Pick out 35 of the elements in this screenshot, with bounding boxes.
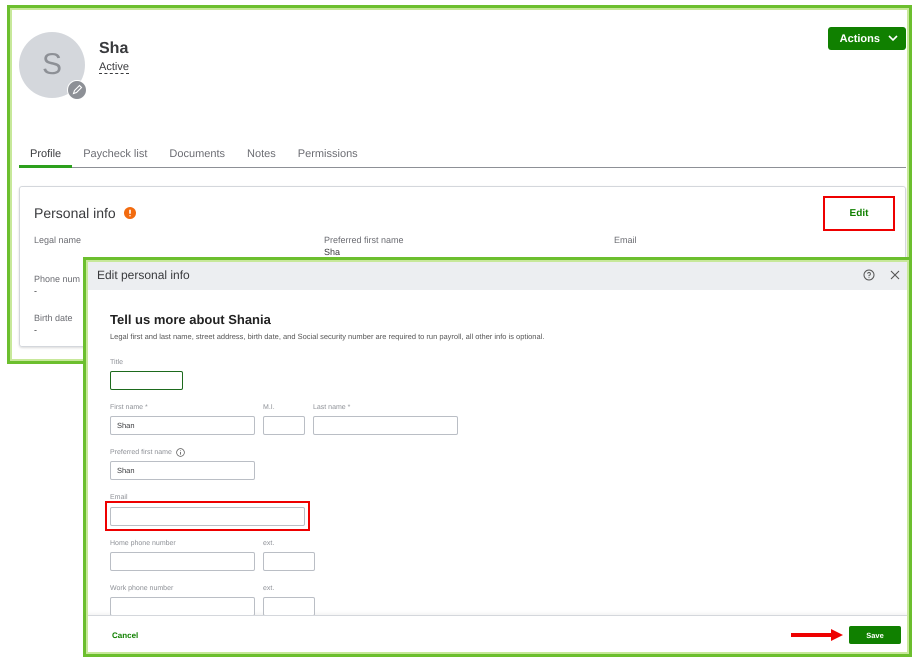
- info-label: Birth date: [34, 313, 73, 323]
- text-field[interactable]: [313, 416, 458, 435]
- info-value: -: [34, 325, 37, 335]
- form-heading: Tell us more about Shania: [110, 312, 272, 327]
- avatar: S: [19, 32, 85, 98]
- info-label: Phone num: [34, 274, 80, 284]
- card-title: Personal info: [34, 205, 116, 221]
- info-value: -: [34, 286, 37, 296]
- text-field[interactable]: [263, 416, 305, 435]
- dialog-title: Edit personal info: [97, 268, 191, 282]
- tab[interactable]: Paycheck list: [72, 144, 158, 168]
- info-label: Legal name: [34, 235, 82, 245]
- actions-button[interactable]: Actions: [828, 27, 906, 50]
- info-icon[interactable]: [176, 448, 185, 456]
- tab[interactable]: Documents: [158, 144, 236, 168]
- text-field[interactable]: [110, 507, 305, 526]
- text-field[interactable]: [110, 552, 255, 571]
- focused-text-field[interactable]: [110, 371, 183, 390]
- info-label: Preferred first name: [324, 235, 404, 245]
- info-label: Email: [614, 235, 637, 245]
- pencil-icon[interactable]: [67, 80, 87, 100]
- tab[interactable]: Permissions: [286, 144, 369, 168]
- text-field[interactable]: [263, 597, 315, 615]
- edit-button[interactable]: Edit: [823, 196, 895, 230]
- info-value: Sha: [324, 247, 340, 257]
- text-field[interactable]: [263, 552, 315, 571]
- employee-name: Sha: [99, 40, 128, 58]
- status-label[interactable]: Active: [99, 61, 129, 74]
- chevron-down-icon: [888, 35, 898, 42]
- text-field[interactable]: [110, 597, 255, 615]
- tab[interactable]: Profile: [19, 144, 72, 168]
- help-icon[interactable]: [863, 269, 875, 281]
- cancel-button[interactable]: Cancel: [112, 630, 138, 640]
- close-icon[interactable]: [889, 269, 901, 281]
- tab[interactable]: Notes: [236, 144, 287, 168]
